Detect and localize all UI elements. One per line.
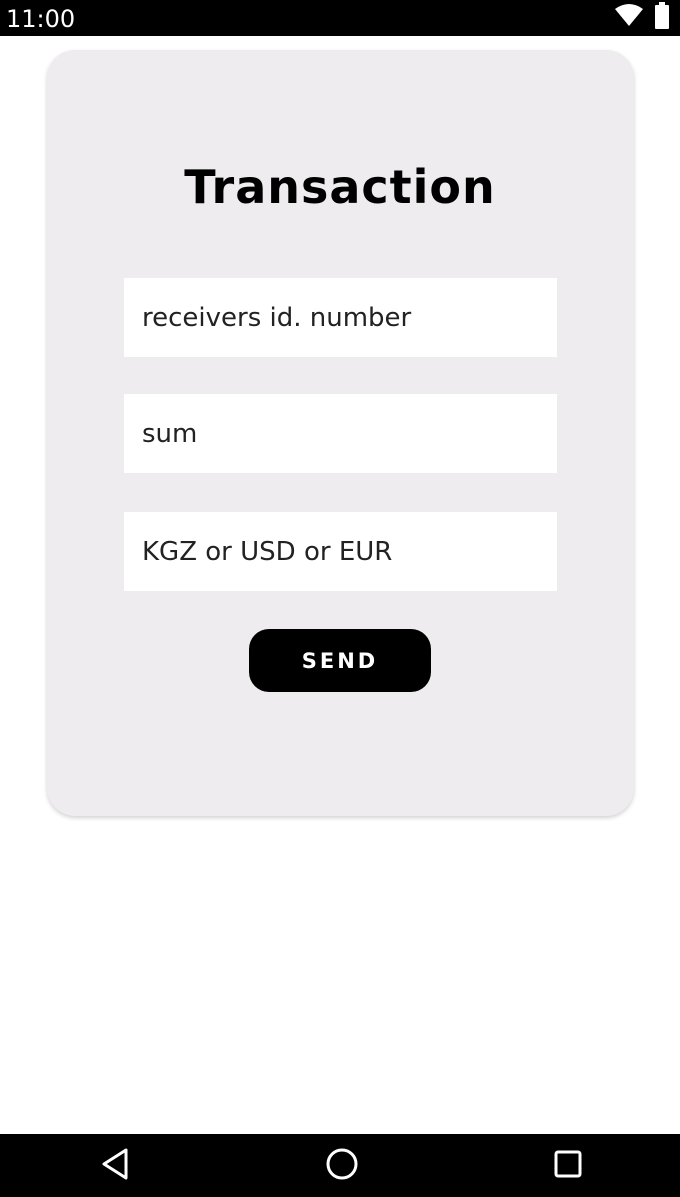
receiver-id-field[interactable] — [124, 278, 557, 357]
status-bar: 11:00 — [0, 0, 680, 36]
status-icons — [614, 2, 670, 34]
back-button[interactable] — [75, 1134, 155, 1197]
navigation-bar — [0, 1134, 680, 1197]
home-button[interactable] — [302, 1134, 382, 1197]
recents-icon — [552, 1148, 584, 1184]
send-button[interactable]: SEND — [249, 629, 431, 692]
status-time: 11:00 — [6, 5, 76, 33]
back-icon — [100, 1147, 130, 1185]
battery-icon — [654, 2, 670, 34]
currency-field[interactable] — [124, 512, 557, 591]
recents-button[interactable] — [528, 1134, 608, 1197]
wifi-icon — [614, 4, 644, 32]
sum-field[interactable] — [124, 394, 557, 473]
home-icon — [324, 1146, 360, 1186]
page-title: Transaction — [184, 160, 496, 214]
